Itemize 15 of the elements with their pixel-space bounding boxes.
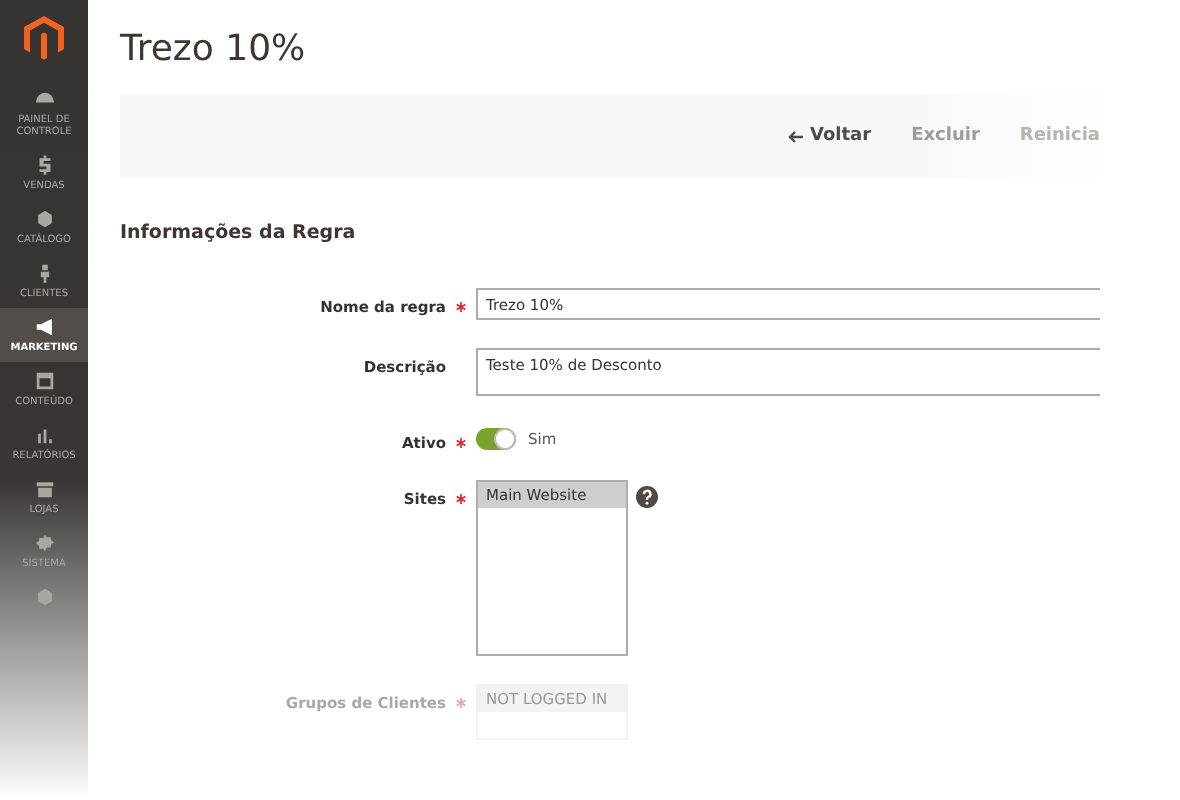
page-title: Trezo 10%	[120, 28, 308, 70]
bars-icon	[33, 424, 55, 446]
box-icon	[33, 586, 55, 608]
back-button[interactable]: Voltar	[776, 118, 884, 154]
megaphone-icon	[33, 316, 55, 338]
layout-icon	[33, 370, 55, 392]
gear-icon	[33, 532, 55, 554]
store-icon	[33, 478, 55, 500]
logo-icon	[24, 16, 64, 60]
box-icon	[33, 208, 55, 230]
toggle-switch[interactable]	[476, 428, 516, 450]
section-title: Informações da Regra	[120, 222, 358, 244]
arrow-left-icon	[788, 129, 805, 143]
help-icon[interactable]	[636, 486, 658, 508]
action-button[interactable]: Excluir	[899, 118, 992, 154]
